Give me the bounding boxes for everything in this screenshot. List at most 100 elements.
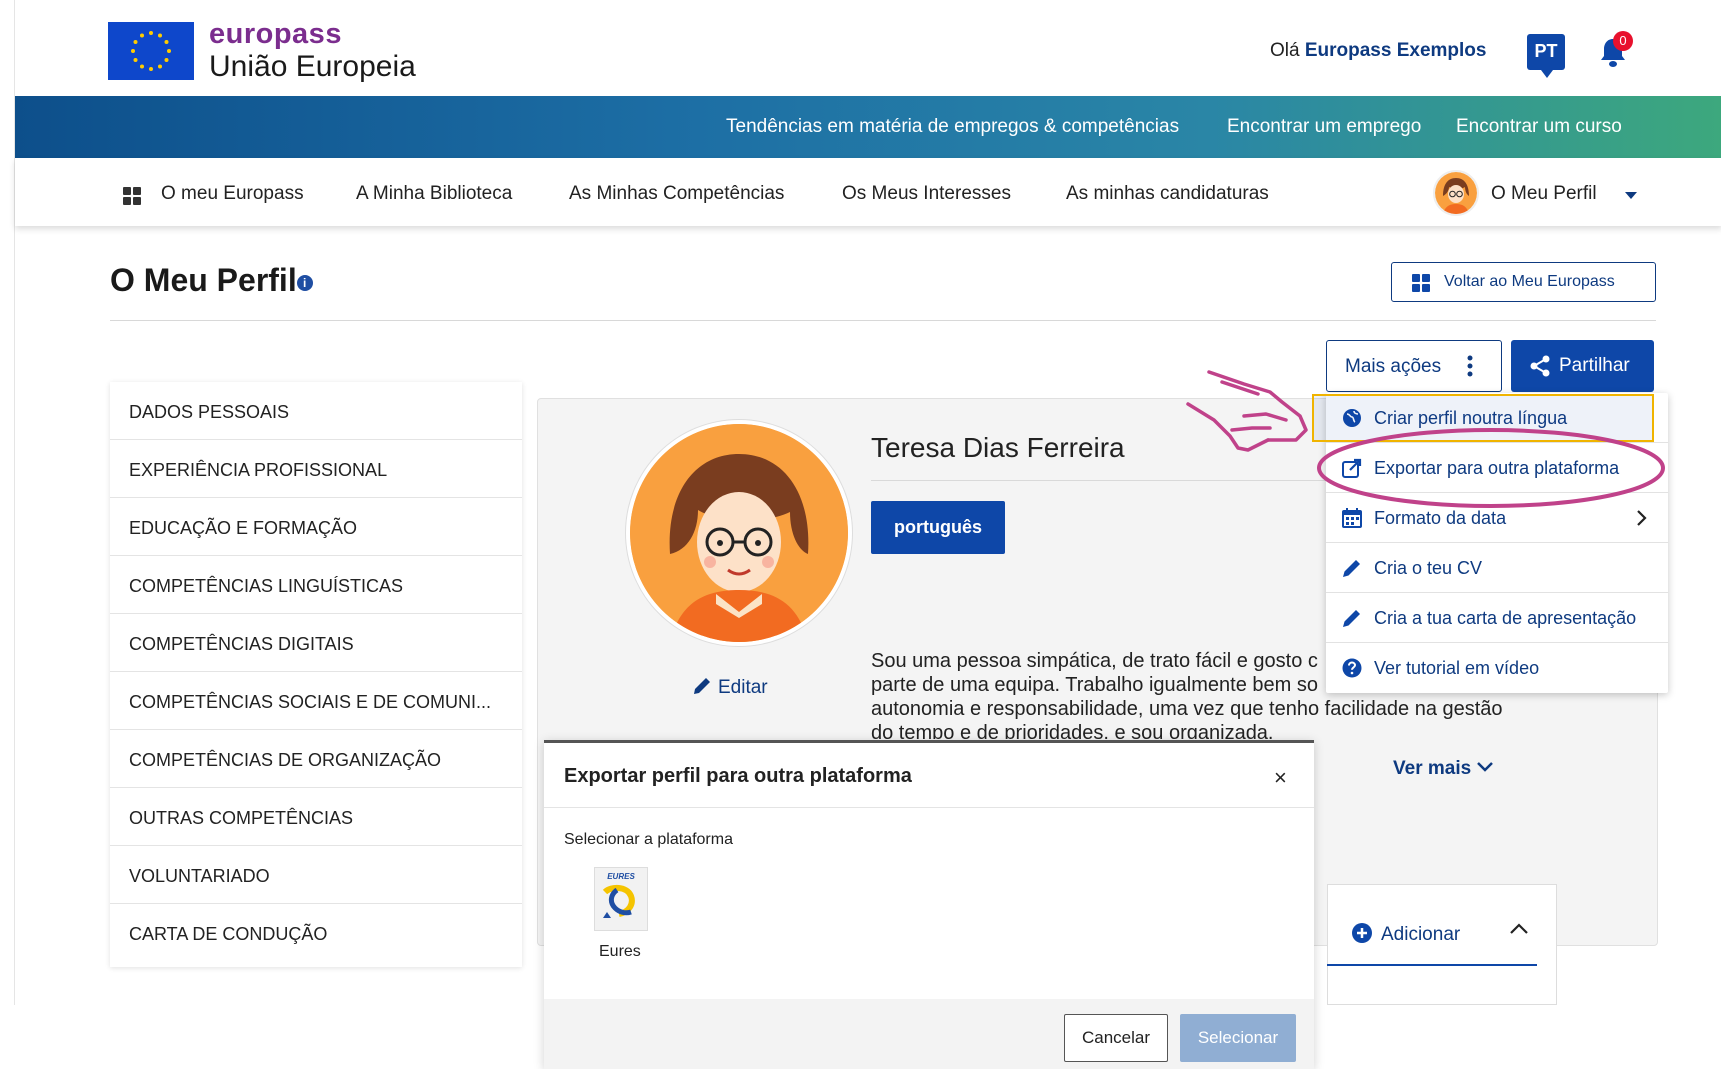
link-find-job[interactable]: Encontrar um emprego bbox=[1227, 116, 1421, 138]
link-job-trends[interactable]: Tendências em matéria de empregos & comp… bbox=[726, 116, 1179, 138]
eu-flag-logo[interactable] bbox=[108, 22, 194, 80]
sidebar-item-personal-data[interactable]: DADOS PESSOAIS bbox=[110, 382, 522, 440]
pencil-icon bbox=[1343, 610, 1360, 627]
nav-my-profile[interactable]: O Meu Perfil bbox=[1491, 183, 1597, 205]
sidebar-item-work-experience[interactable]: EXPERIÊNCIA PROFISSIONAL bbox=[110, 440, 522, 498]
share-label: Partilhar bbox=[1559, 355, 1630, 376]
menu-item-export-other-platform[interactable]: Exportar para outra plataforma bbox=[1326, 443, 1668, 493]
nav-my-skills[interactable]: As Minhas Competências bbox=[569, 183, 784, 205]
sidebar-item-organisation-skills[interactable]: COMPETÊNCIAS DE ORGANIZAÇÃO bbox=[110, 730, 522, 788]
bio-line: do tempo e de prioridades, e sou organiz… bbox=[871, 722, 1274, 739]
sidebar-item-driving-licence[interactable]: CARTA DE CONDUÇÃO bbox=[110, 904, 522, 962]
edit-photo-link[interactable]: Editar bbox=[692, 676, 768, 699]
user-greeting[interactable]: Olá Europass Exemplos bbox=[1270, 40, 1486, 62]
sidebar-item-label: OUTRAS COMPETÊNCIAS bbox=[129, 808, 354, 828]
see-more-label: Ver mais bbox=[1393, 758, 1472, 779]
menu-item-label: Cria o teu CV bbox=[1374, 558, 1483, 578]
menu-item-date-format[interactable]: Formato da data bbox=[1326, 493, 1668, 543]
chevron-down-icon bbox=[1477, 762, 1494, 772]
page-title-text: O Meu Perfil bbox=[110, 262, 297, 298]
globe-icon bbox=[1343, 409, 1361, 427]
brand-name: europass bbox=[209, 18, 342, 50]
nav-my-applications[interactable]: As minhas candidaturas bbox=[1066, 183, 1269, 205]
menu-item-create-cv[interactable]: Cria o teu CV bbox=[1326, 543, 1668, 593]
add-section-button[interactable]: Adicionar bbox=[1351, 922, 1460, 946]
pencil-icon bbox=[694, 678, 710, 694]
greeting-prefix: Olá bbox=[1270, 40, 1300, 61]
profile-sections-sidebar: DADOS PESSOAIS EXPERIÊNCIA PROFISSIONAL … bbox=[110, 382, 522, 967]
info-icon[interactable]: i bbox=[296, 274, 313, 291]
divider bbox=[110, 320, 1656, 321]
select-platform-label: Selecionar a plataforma bbox=[564, 831, 733, 848]
sidebar-item-label: EDUCAÇÃO E FORMAÇÃO bbox=[129, 518, 358, 538]
nav-my-europass[interactable]: O meu Europass bbox=[161, 183, 304, 205]
notification-badge: 0 bbox=[1613, 31, 1633, 51]
nav-my-interests[interactable]: Os Meus Interesses bbox=[842, 183, 1011, 205]
back-to-europass-button[interactable]: Voltar ao Meu Europass bbox=[1391, 262, 1656, 302]
menu-item-create-cover-letter[interactable]: Cria a tua carta de apresentação bbox=[1326, 593, 1668, 643]
close-icon[interactable]: × bbox=[1274, 765, 1287, 791]
sidebar-item-label: DADOS PESSOAIS bbox=[129, 402, 290, 422]
platform-name: Eures bbox=[599, 943, 641, 960]
language-selector[interactable]: PT bbox=[1527, 34, 1565, 78]
export-icon bbox=[1342, 458, 1362, 478]
profile-photo bbox=[626, 420, 852, 646]
sidebar-item-other-skills[interactable]: OUTRAS COMPETÊNCIAS bbox=[110, 788, 522, 846]
menu-item-create-profile-other-language[interactable]: Criar perfil noutra língua bbox=[1326, 393, 1668, 443]
chevron-down-icon[interactable] bbox=[1625, 192, 1637, 199]
pencil-icon bbox=[1343, 560, 1360, 577]
see-more-link[interactable]: Ver mais bbox=[1393, 758, 1494, 780]
menu-item-label: Cria a tua carta de apresentação bbox=[1374, 608, 1637, 628]
profile-language-tab[interactable]: português bbox=[871, 501, 1005, 554]
profile-avatar[interactable] bbox=[1433, 170, 1479, 216]
sidebar-item-label: COMPETÊNCIAS DE ORGANIZAÇÃO bbox=[129, 750, 442, 770]
profile-name: Teresa Dias Ferreira bbox=[871, 432, 1125, 463]
eures-logo-text: EURES bbox=[607, 872, 635, 881]
add-underline bbox=[1327, 964, 1537, 966]
top-links-bar: Tendências em matéria de empregos & comp… bbox=[15, 96, 1721, 158]
link-find-course[interactable]: Encontrar um curso bbox=[1456, 116, 1622, 138]
grid-icon bbox=[1412, 274, 1430, 292]
sidebar-item-label: COMPETÊNCIAS DIGITAIS bbox=[129, 634, 354, 654]
menu-item-label: Exportar para outra plataforma bbox=[1374, 458, 1620, 478]
eures-logo[interactable]: EURES bbox=[594, 867, 648, 931]
sidebar-item-social-skills[interactable]: COMPETÊNCIAS SOCIAIS E DE COMUNI... bbox=[110, 672, 522, 730]
back-button-label: Voltar ao Meu Europass bbox=[1444, 273, 1615, 290]
menu-item-video-tutorial[interactable]: Ver tutorial em vídeo bbox=[1326, 643, 1668, 693]
dialog-footer: Cancelar Selecionar bbox=[544, 999, 1314, 1069]
chevron-right-icon bbox=[1637, 510, 1647, 526]
divider bbox=[544, 807, 1314, 808]
question-icon bbox=[1342, 658, 1362, 678]
sidebar-item-volunteering[interactable]: VOLUNTARIADO bbox=[110, 846, 522, 904]
share-button[interactable]: Partilhar bbox=[1511, 340, 1654, 392]
main-nav: O meu Europass A Minha Biblioteca As Min… bbox=[15, 158, 1721, 226]
sidebar-item-digital-skills[interactable]: COMPETÊNCIAS DIGITAIS bbox=[110, 614, 522, 672]
share-icon bbox=[1530, 355, 1550, 377]
menu-item-label: Ver tutorial em vídeo bbox=[1374, 658, 1540, 678]
sidebar-item-label: COMPETÊNCIAS SOCIAIS E DE COMUNI... bbox=[129, 692, 492, 712]
nav-my-library[interactable]: A Minha Biblioteca bbox=[356, 183, 512, 205]
brand[interactable]: europass União Europeia bbox=[209, 18, 416, 84]
brand-subtitle: União Europeia bbox=[209, 50, 416, 83]
calendar-icon bbox=[1342, 508, 1362, 528]
export-profile-dialog: Exportar perfil para outra plataforma × … bbox=[544, 740, 1314, 1069]
add-label: Adicionar bbox=[1381, 924, 1461, 945]
sidebar-item-label: COMPETÊNCIAS LINGUÍSTICAS bbox=[129, 576, 404, 596]
chevron-up-icon[interactable] bbox=[1509, 922, 1529, 936]
plus-circle-icon bbox=[1352, 923, 1372, 943]
kebab-icon bbox=[1467, 355, 1473, 377]
page-title: O Meu Perfil i bbox=[110, 262, 313, 299]
user-name: Europass Exemplos bbox=[1304, 40, 1487, 61]
sidebar-item-education[interactable]: EDUCAÇÃO E FORMAÇÃO bbox=[110, 498, 522, 556]
site-header: europass União Europeia Olá Europass Exe… bbox=[15, 0, 1721, 96]
menu-item-label: Criar perfil noutra língua bbox=[1374, 408, 1568, 428]
sidebar-item-label: VOLUNTARIADO bbox=[129, 866, 270, 886]
sidebar-item-label: CARTA DE CONDUÇÃO bbox=[129, 924, 328, 944]
select-button[interactable]: Selecionar bbox=[1180, 1014, 1296, 1062]
sidebar-item-language-skills[interactable]: COMPETÊNCIAS LINGUÍSTICAS bbox=[110, 556, 522, 614]
sidebar-item-label: EXPERIÊNCIA PROFISSIONAL bbox=[129, 460, 388, 480]
grid-icon bbox=[123, 187, 141, 205]
cancel-button[interactable]: Cancelar bbox=[1064, 1014, 1168, 1062]
more-actions-button[interactable]: Mais ações bbox=[1326, 340, 1502, 392]
more-actions-label: Mais ações bbox=[1345, 356, 1442, 377]
